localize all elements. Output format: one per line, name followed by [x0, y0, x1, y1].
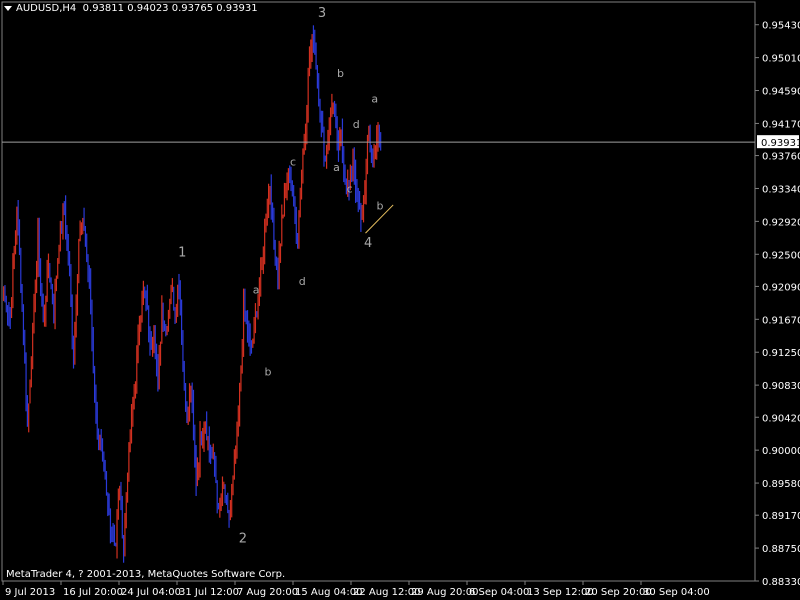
x-tick-label: 13 Sep 12:00 — [527, 587, 594, 598]
y-tick-label: 0.94590 — [762, 87, 800, 98]
copyright-notice: MetaTrader 4, ? 2001-2013, MetaQuotes So… — [6, 569, 286, 580]
y-tick-label: 0.90420 — [762, 413, 800, 424]
wave-label: b — [264, 366, 271, 379]
wave-label: b — [377, 200, 384, 213]
wave-label: d — [353, 118, 360, 131]
wave-label: 1 — [178, 246, 186, 261]
wave-label: b — [337, 67, 344, 80]
y-tick-label: 0.95010 — [762, 54, 800, 65]
y-tick-label: 0.94170 — [762, 119, 800, 130]
y-tick-label: 0.91250 — [762, 348, 800, 359]
y-tick-label: 0.88330 — [762, 577, 800, 588]
x-tick-label: 7 Aug 20:00 — [237, 587, 298, 598]
wave-label: d — [299, 275, 306, 288]
x-tick-label: 30 Sep 04:00 — [643, 587, 710, 598]
y-tick-label: 0.89580 — [762, 479, 800, 490]
x-tick-label: 31 Jul 12:00 — [179, 587, 239, 598]
y-tick-label: 0.93760 — [762, 152, 800, 163]
x-tick-label: 6 Sep 04:00 — [469, 587, 529, 598]
wave-label: 3 — [318, 6, 326, 21]
y-tick-label: 0.92090 — [762, 282, 800, 293]
y-tick-label: 0.92920 — [762, 217, 800, 228]
wave-label: a — [253, 283, 260, 296]
chart-window[interactable]: 1234abcdbadcab 0.95430 0.95010 0.94590 0.94… — [0, 0, 800, 600]
wave-label: a — [371, 92, 378, 105]
y-tick-label: 0.91670 — [762, 315, 800, 326]
price-chart[interactable]: 1234abcdbadcab 0.954300.950100.945900.94… — [0, 0, 800, 600]
y-tick-label: 0.92500 — [762, 250, 800, 261]
ohlc-readout: 0.93811 0.94023 0.93765 0.93931 — [82, 3, 258, 14]
x-tick-label: 24 Jul 04:00 — [121, 587, 181, 598]
wave-label: c — [347, 182, 353, 195]
y-tick-label: 0.95430 — [762, 21, 800, 32]
dropdown-triangle-icon[interactable] — [4, 5, 12, 11]
wave-label: 2 — [239, 532, 247, 547]
x-tick-label: 16 Jul 20:00 — [63, 587, 123, 598]
x-tick-label: 20 Sep 20:00 — [585, 587, 652, 598]
symbol-timeframe: AUDUSD,H4 — [16, 3, 77, 14]
wave-label: 4 — [364, 236, 372, 251]
wave-label: c — [290, 156, 296, 169]
wave-label: a — [333, 161, 340, 174]
chart-header: AUDUSD,H4 0.93811 0.94023 0.93765 0.9393… — [4, 3, 258, 14]
y-tick-label: 0.89170 — [762, 511, 800, 522]
y-tick-label: 0.88750 — [762, 544, 800, 555]
current-price-label: 0.93931 — [761, 138, 800, 149]
y-tick-label: 0.90830 — [762, 381, 800, 392]
x-tick-label: 9 Jul 2013 — [5, 587, 55, 598]
y-tick-label: 0.93340 — [762, 184, 800, 195]
y-tick-label: 0.90000 — [762, 446, 800, 457]
